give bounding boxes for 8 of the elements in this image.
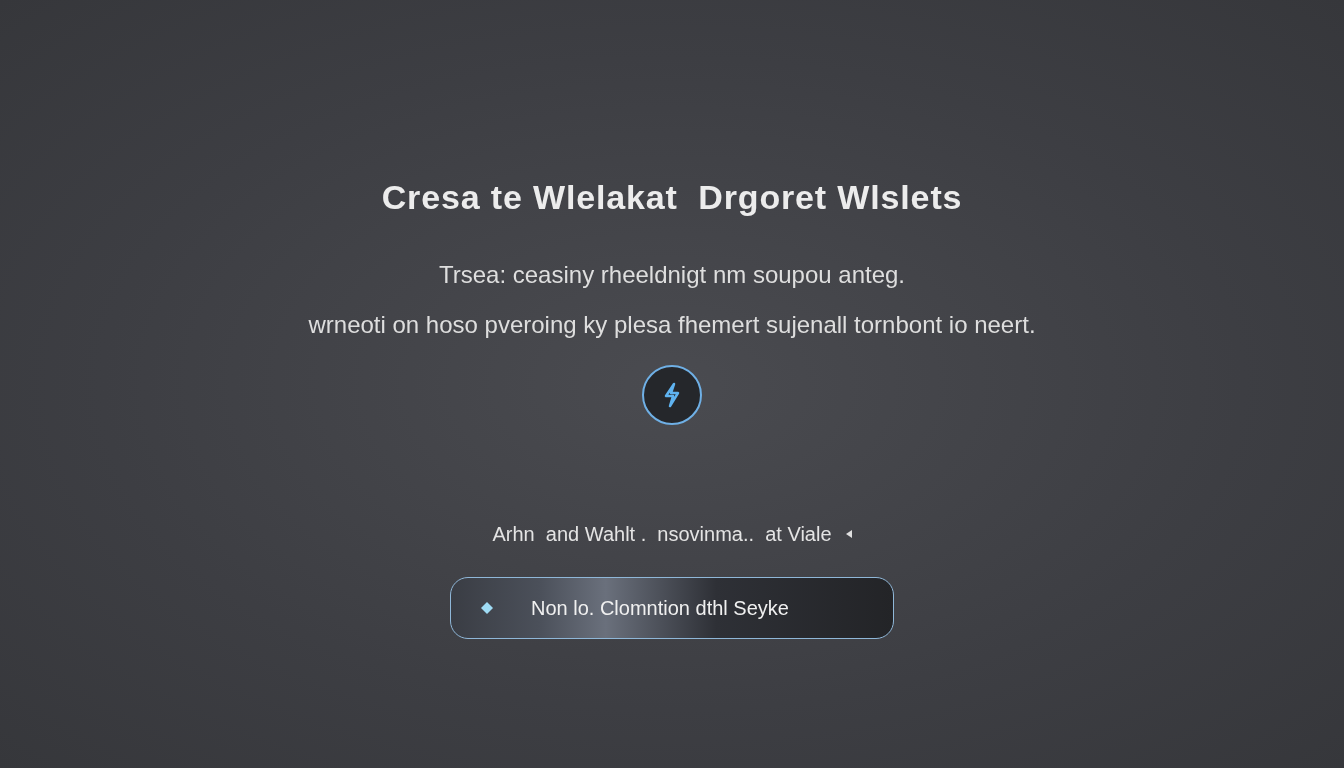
- bolt-icon[interactable]: [642, 365, 702, 425]
- diamond-icon: [481, 602, 493, 614]
- hint-text: Arhn and Wahlt . nsovinma.. at Viale: [492, 522, 832, 547]
- description-line: Trsea: ceasiny rheeldnigt nm soupou anteg.: [438, 261, 906, 289]
- description-line: wrneoti on hoso pveroing ky plesa fhemert sujenall tornbont io neert.: [308, 311, 1036, 339]
- page-title: Cresa te Wlelakat Drgoret Wlslets: [381, 177, 963, 218]
- caret-icon: [845, 530, 852, 538]
- action-button[interactable]: Non lo. Clomntion dthl Seyke: [450, 577, 894, 639]
